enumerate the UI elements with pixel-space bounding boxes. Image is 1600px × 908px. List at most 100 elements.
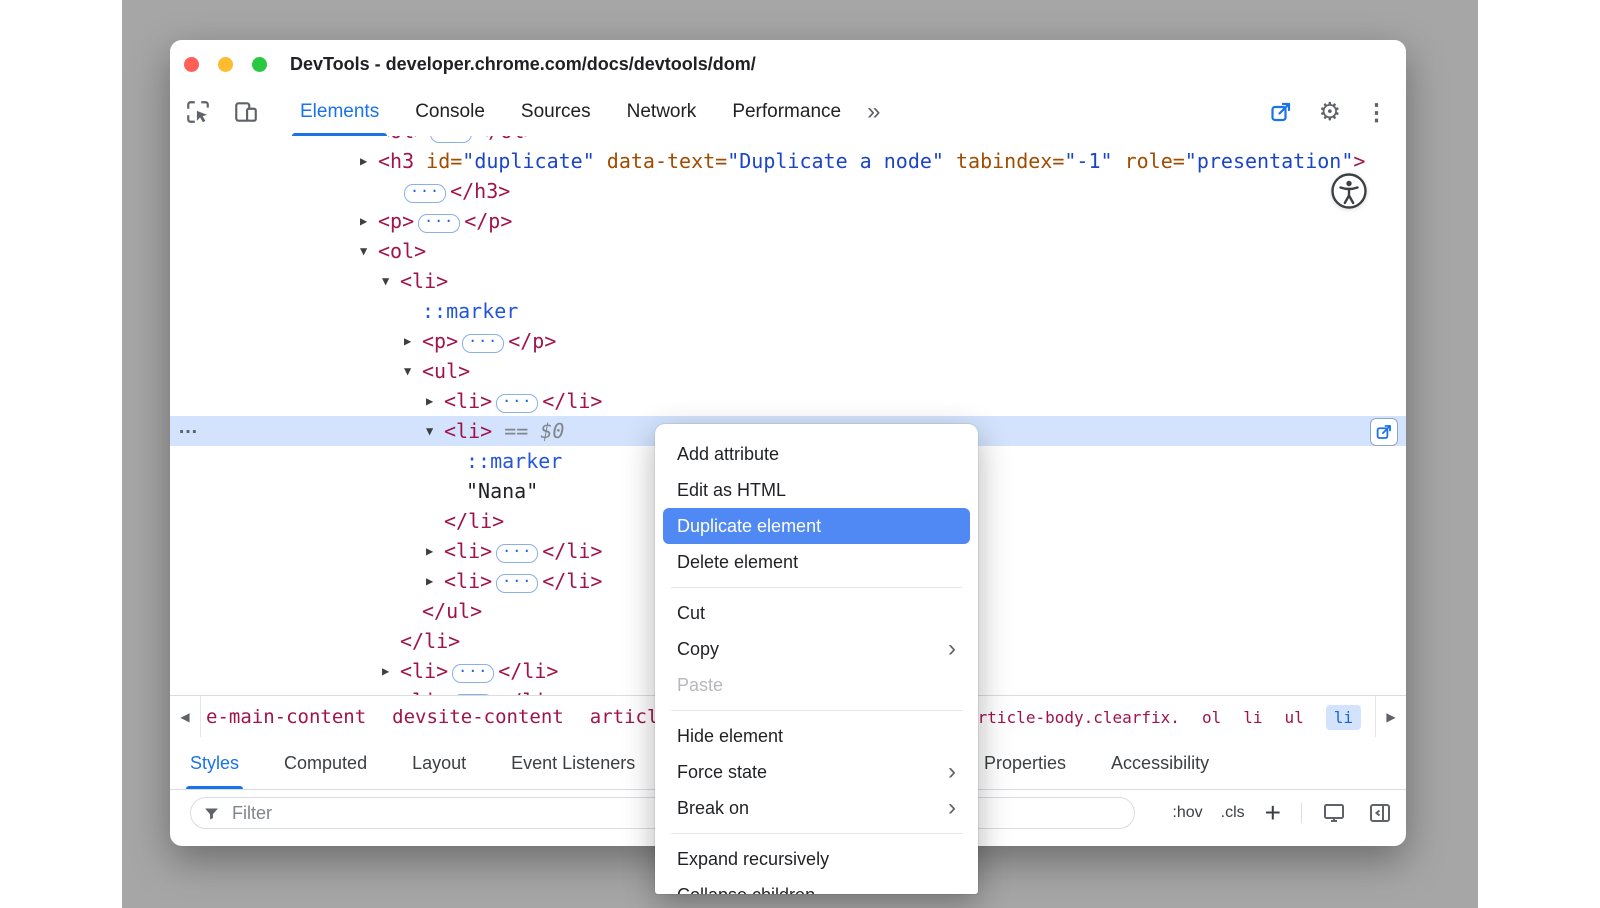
context-menu-item-duplicate-element[interactable]: Duplicate element	[663, 508, 970, 544]
devtools-toolbar: Elements Console Sources Network Performance…	[170, 88, 1406, 137]
expand-inline-badge[interactable]: ···	[418, 214, 460, 233]
dom-tree-row[interactable]: ::marker	[170, 296, 1406, 326]
context-menu-item-expand-recursively[interactable]: Expand recursively	[655, 841, 978, 877]
panel-tab-accessibility[interactable]: Accessibility	[1111, 737, 1209, 789]
expand-inline-badge[interactable]: ···	[430, 136, 472, 143]
close-button[interactable]	[184, 57, 199, 72]
breadcrumb-next-button[interactable]: ▶	[1375, 696, 1406, 738]
context-menu-item-collapse-children[interactable]: Collapse children	[655, 877, 978, 894]
breadcrumb-item-ol[interactable]: ol	[1202, 708, 1221, 727]
menu-separator	[671, 587, 962, 588]
dom-tree-row[interactable]: ▶<ol>···</ol>	[170, 136, 1406, 146]
dom-tree-row[interactable]: ▼<ul>	[170, 356, 1406, 386]
context-menu-item-delete-element[interactable]: Delete element	[655, 544, 978, 580]
tab-sources[interactable]: Sources	[521, 88, 591, 136]
dom-node-code: </ul>	[422, 596, 482, 626]
panel-tab-layout[interactable]: Layout	[412, 737, 466, 789]
device-toolbar-icon[interactable]	[232, 98, 260, 126]
context-menu-item-edit-as-html[interactable]: Edit as HTML	[655, 472, 978, 508]
dom-tree-row[interactable]: ▶<p>···</p>	[170, 326, 1406, 356]
menu-item-label: Add attribute	[677, 444, 779, 465]
tab-performance[interactable]: Performance	[732, 88, 841, 136]
breadcrumb-item-selected[interactable]: li	[1326, 705, 1361, 730]
code-segment-tag: </ul>	[422, 599, 482, 623]
toggle-sidebar-icon[interactable]	[1366, 799, 1394, 827]
expand-inline-badge[interactable]: ···	[462, 334, 504, 353]
code-segment-tag: </li>	[542, 539, 602, 563]
pseudo-state-toggle[interactable]: :hov	[1172, 804, 1202, 822]
expand-arrow-icon[interactable]: ▶	[360, 206, 378, 236]
more-options-icon[interactable]: ⋮	[1365, 101, 1388, 124]
dom-node-code: </li>	[444, 506, 504, 536]
popout-icon[interactable]	[1267, 98, 1295, 126]
code-segment-tag: <li>	[444, 569, 492, 593]
settings-gear-icon[interactable]: ⚙	[1319, 100, 1341, 125]
panel-tab-event-listeners[interactable]: Event Listeners	[511, 737, 635, 789]
code-segment-attr: data-text=	[595, 149, 727, 173]
collapse-arrow-icon[interactable]: ▼	[360, 236, 378, 266]
context-menu-item-copy[interactable]: Copy›	[655, 631, 978, 667]
dom-node-code: <h3 id="duplicate" data-text="Duplicate …	[378, 146, 1365, 176]
expand-inline-badge[interactable]: ···	[452, 664, 494, 683]
tab-elements[interactable]: Elements	[300, 88, 379, 136]
breadcrumb-item-e-main-content[interactable]: e-main-content	[206, 706, 366, 728]
panel-tab-computed[interactable]: Computed	[284, 737, 367, 789]
expand-arrow-icon[interactable]: ▶	[382, 656, 400, 686]
styles-filter-input[interactable]	[230, 802, 534, 825]
zoom-button[interactable]	[252, 57, 267, 72]
panel-tab-styles[interactable]: Styles	[190, 737, 239, 789]
more-panels-icon[interactable]: »	[867, 98, 880, 126]
dom-tree-row[interactable]: ▶<h3 id="duplicate" data-text="Duplicate…	[170, 146, 1406, 176]
code-segment-tag: <li>	[444, 389, 492, 413]
breadcrumb-item-li[interactable]: li	[1243, 708, 1262, 727]
tab-console[interactable]: Console	[415, 88, 485, 136]
element-states-icon[interactable]	[1320, 799, 1348, 827]
collapse-arrow-icon[interactable]: ▼	[404, 356, 422, 386]
expand-arrow-icon[interactable]: ▶	[426, 386, 444, 416]
expand-inline-badge[interactable]: ···	[496, 544, 538, 563]
dom-tree-row[interactable]: ···</h3>	[170, 176, 1406, 206]
dom-tree-row[interactable]: ▶<li>···</li>	[170, 386, 1406, 416]
inspect-icon[interactable]	[184, 98, 212, 126]
breadcrumb-item-devsite-content[interactable]: devsite-content	[392, 706, 564, 728]
expand-arrow-icon[interactable]: ▶	[404, 326, 422, 356]
context-menu-item-break-on[interactable]: Break on›	[655, 790, 978, 826]
breadcrumb-item-article-body-clearfix[interactable]: article-body.clearfix.	[968, 708, 1180, 727]
breadcrumb-item-ul[interactable]: ul	[1284, 708, 1303, 727]
panel-tab-properties[interactable]: Properties	[984, 737, 1066, 789]
class-toggle[interactable]: .cls	[1221, 804, 1245, 822]
dom-tree-row[interactable]: ▼<li>	[170, 266, 1406, 296]
dom-node-code: "Nana"	[466, 476, 538, 506]
code-segment-tag: </ol>	[476, 136, 536, 143]
expand-inline-badge[interactable]: ···	[496, 394, 538, 413]
expand-arrow-icon[interactable]: ▶	[426, 536, 444, 566]
expand-arrow-icon[interactable]: ▶	[360, 146, 378, 176]
window-titlebar: DevTools - developer.chrome.com/docs/dev…	[170, 40, 1406, 89]
code-segment-tag: </p>	[508, 329, 556, 353]
code-segment-val: "duplicate"	[462, 149, 594, 173]
context-menu-item-add-attribute[interactable]: Add attribute	[655, 436, 978, 472]
minimize-button[interactable]	[218, 57, 233, 72]
context-menu-item-force-state[interactable]: Force state›	[655, 754, 978, 790]
accessibility-overlay-icon[interactable]	[1330, 172, 1368, 210]
context-menu-item-hide-element[interactable]: Hide element	[655, 718, 978, 754]
dom-tree-row[interactable]: ▶<p>···</p>	[170, 206, 1406, 236]
row-overflow-dots-icon[interactable]: …	[178, 412, 199, 442]
breadcrumb-prev-button[interactable]: ◀	[170, 696, 201, 738]
styles-toolbar-right: :hov .cls +	[1172, 790, 1394, 836]
expand-arrow-icon[interactable]: ▶	[426, 566, 444, 596]
expand-inline-badge[interactable]: ···	[404, 184, 446, 203]
popout-node-icon[interactable]	[1370, 418, 1398, 446]
collapse-arrow-icon[interactable]: ▼	[382, 266, 400, 296]
code-segment-attr: role=	[1113, 149, 1185, 173]
dom-tree-row[interactable]: ▼<ol>	[170, 236, 1406, 266]
menu-separator	[671, 833, 962, 834]
expand-arrow-icon[interactable]: ▶	[360, 136, 378, 146]
tab-network[interactable]: Network	[627, 88, 697, 136]
context-menu-item-cut[interactable]: Cut	[655, 595, 978, 631]
menu-item-label: Hide element	[677, 726, 783, 747]
expand-inline-badge[interactable]: ···	[496, 574, 538, 593]
expand-arrow-icon[interactable]: ▶	[382, 686, 400, 695]
collapse-arrow-icon[interactable]: ▼	[426, 416, 444, 446]
new-style-rule-button[interactable]: +	[1265, 799, 1281, 827]
